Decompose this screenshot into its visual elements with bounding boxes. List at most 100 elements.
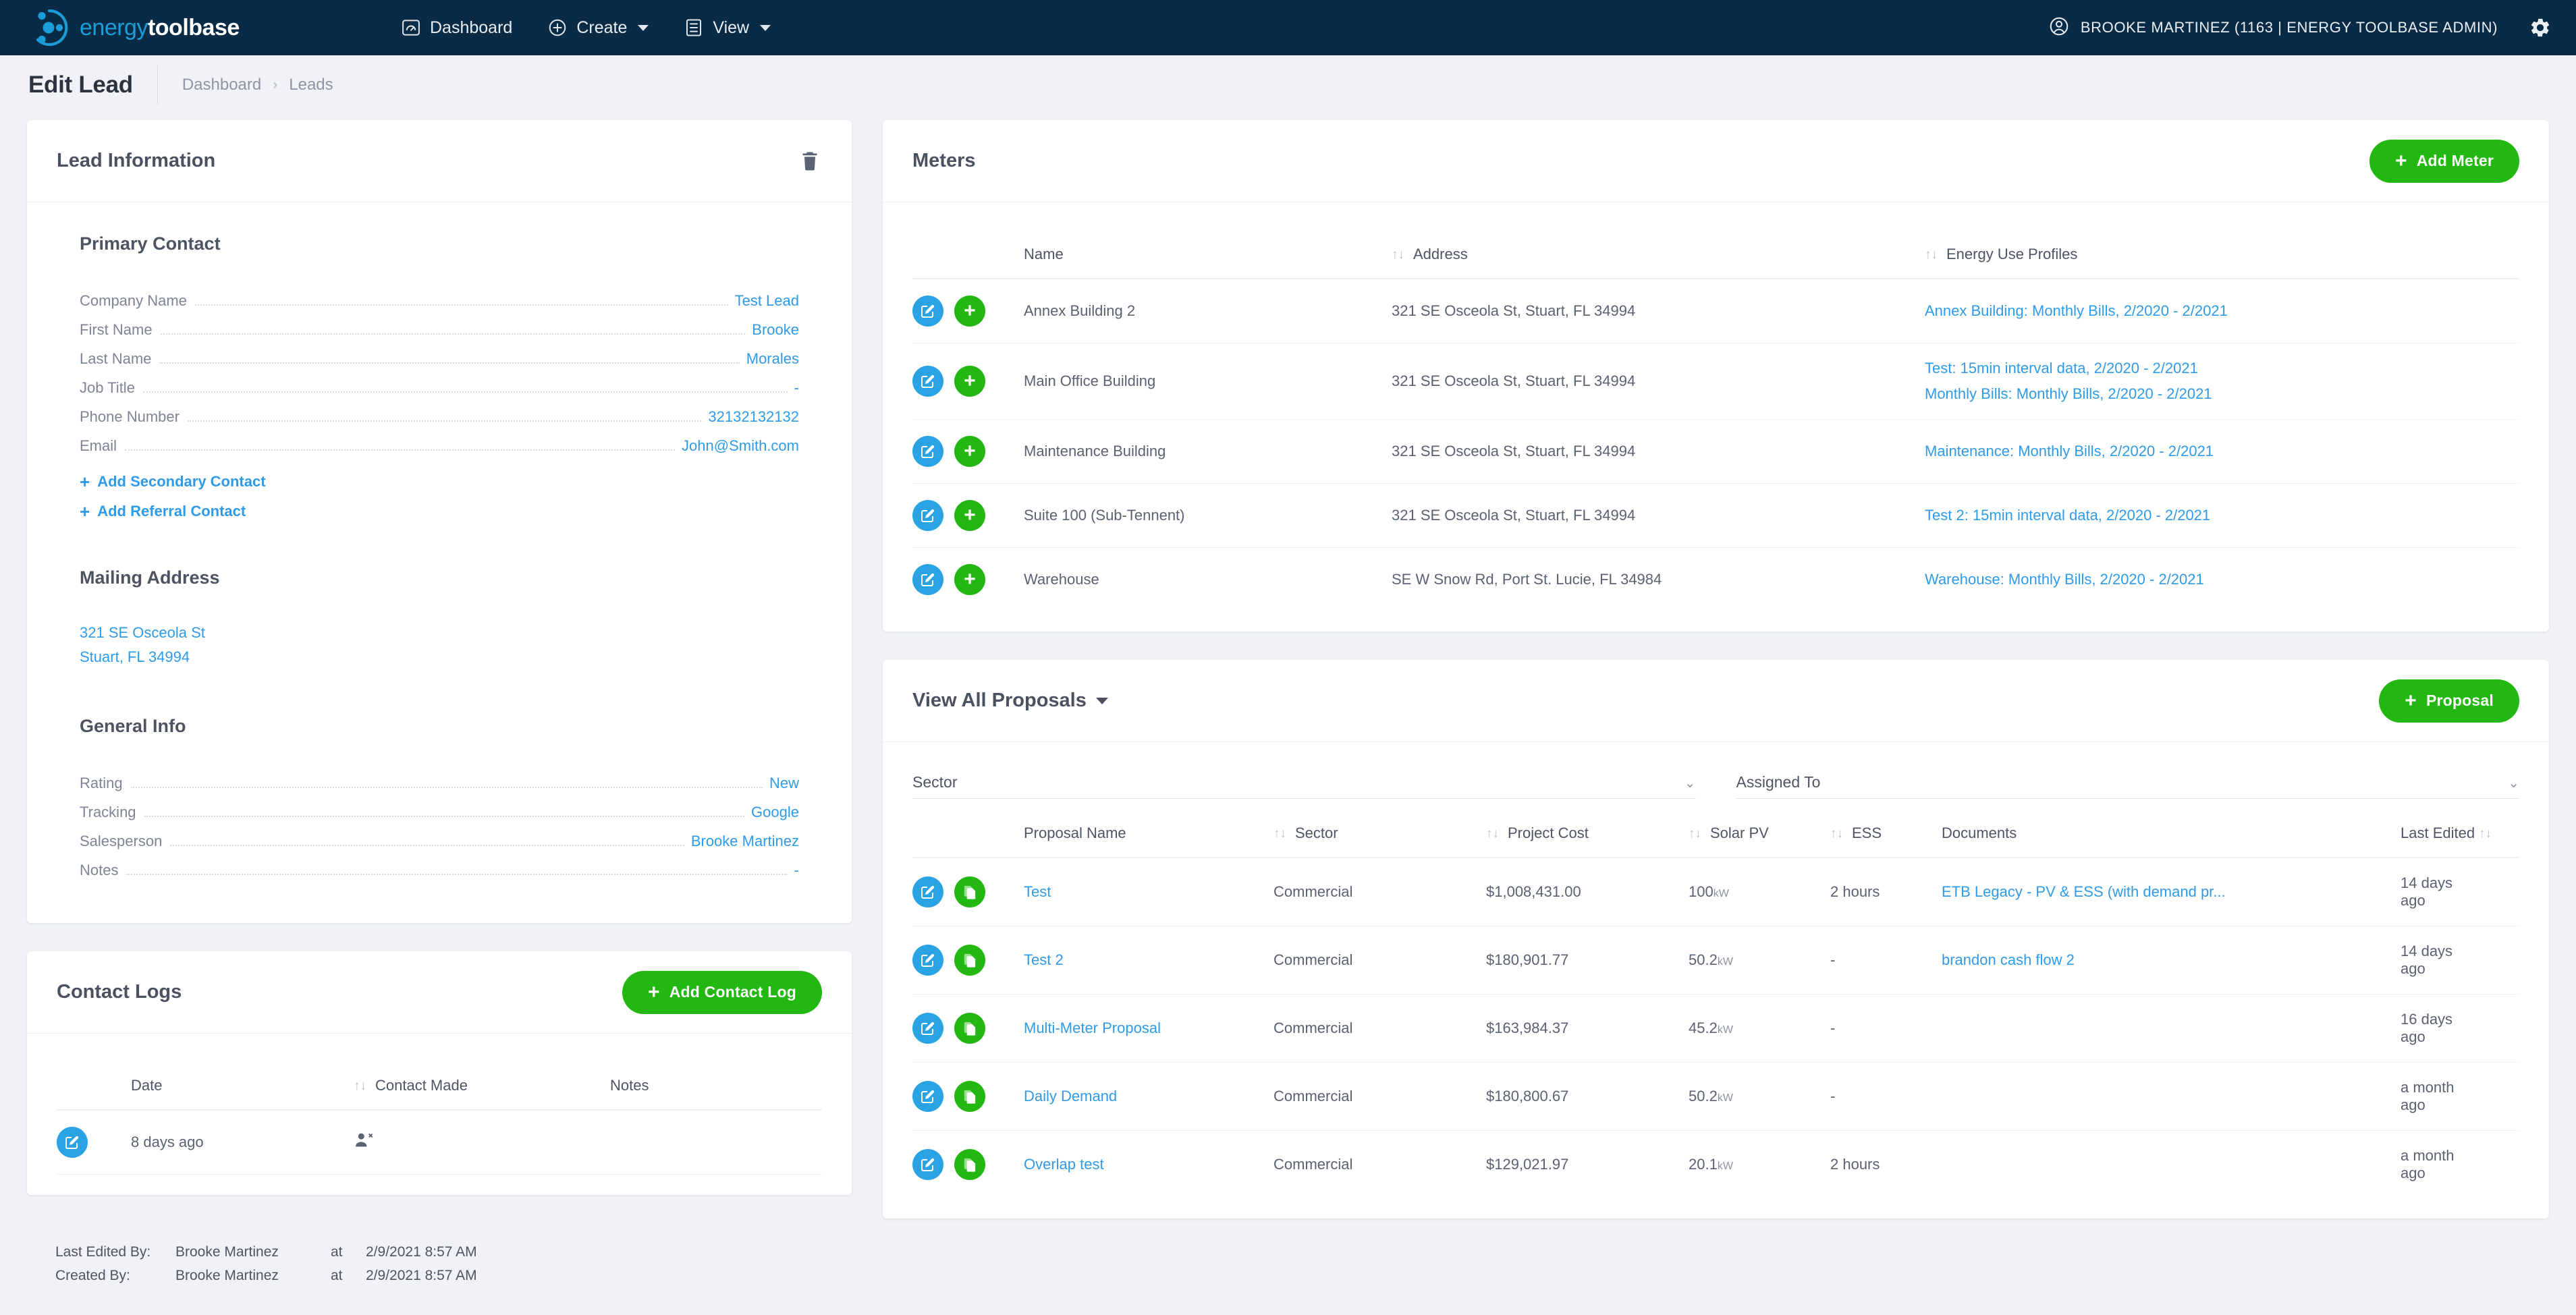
field-value[interactable]: 32132132132 (708, 408, 799, 426)
user-menu[interactable]: BROOKE MARTINEZ (1163 | ENERGY TOOLBASE … (2048, 16, 2498, 40)
nav-item-dashboard[interactable]: Dashboard (401, 18, 512, 38)
add-icon[interactable]: + (954, 564, 985, 595)
field-value[interactable]: Google (751, 804, 799, 821)
edit-icon[interactable] (57, 1127, 88, 1158)
proposals-header: View All Proposals + Proposal (883, 660, 2549, 742)
copy-icon[interactable] (954, 876, 985, 907)
sort-icon[interactable]: ↑↓ (2479, 827, 2492, 841)
col-sector[interactable]: ↑↓ Sector (1273, 812, 1486, 858)
field-value[interactable]: - (794, 862, 799, 879)
filter-assigned-to[interactable]: Assigned To ⌄ (1736, 773, 2519, 799)
edit-icon[interactable] (912, 945, 943, 976)
solar-pv-value: 100 (1689, 883, 1714, 900)
nav-item-view[interactable]: View (684, 18, 771, 38)
field-dot-leader (160, 333, 746, 335)
sort-icon[interactable]: ↑↓ (1689, 827, 1702, 841)
col-date[interactable]: Date (131, 1065, 354, 1111)
energy-profile-link[interactable]: Test 2: 15min interval data, 2/2020 - 2/… (1925, 507, 2210, 524)
edit-icon[interactable] (912, 1149, 943, 1180)
proposal-name-link[interactable]: Test 2 (1024, 951, 1064, 968)
copy-icon[interactable] (954, 1013, 985, 1044)
trash-icon[interactable] (798, 149, 822, 173)
cell-address: 321 SE Osceola St, Stuart, FL 34994 (1392, 419, 1925, 484)
solar-pv-unit: kW (1717, 956, 1733, 968)
edit-icon[interactable] (912, 500, 943, 531)
add-referral-contact-link[interactable]: + Add Referral Contact (80, 503, 799, 520)
edit-icon[interactable] (912, 1013, 943, 1044)
col-solar-pv[interactable]: ↑↓ Solar PV (1689, 812, 1830, 858)
proposal-name-link[interactable]: Daily Demand (1024, 1088, 1117, 1104)
col-last-edited-sort[interactable]: ↑↓ (2479, 812, 2519, 858)
mailing-address-line1[interactable]: 321 SE Osceola St (80, 621, 799, 645)
col-ess[interactable]: ↑↓ ESS (1830, 812, 1942, 858)
proposal-name-link[interactable]: Overlap test (1024, 1156, 1104, 1173)
proposals-title: View All Proposals (912, 690, 1087, 711)
add-icon[interactable]: + (954, 500, 985, 531)
field-value[interactable]: Test Lead (735, 292, 799, 310)
add-proposal-button[interactable]: + Proposal (2379, 679, 2519, 723)
energy-profile-link[interactable]: Warehouse: Monthly Bills, 2/2020 - 2/202… (1925, 571, 2204, 588)
sort-icon[interactable]: ↑↓ (1925, 248, 1938, 262)
col-documents[interactable]: Documents (1942, 812, 2401, 858)
copy-icon[interactable] (954, 945, 985, 976)
col-last-edited[interactable]: Last Edited (2401, 812, 2479, 858)
field-value[interactable]: Morales (746, 350, 799, 368)
proposal-name-link[interactable]: Multi-Meter Proposal (1024, 1019, 1161, 1036)
col-proposal-name-label: Proposal Name (1024, 824, 1126, 841)
cell-actions (912, 1062, 1024, 1131)
copy-icon[interactable] (954, 1149, 985, 1180)
cell-spacer (2479, 926, 2519, 995)
filter-sector[interactable]: Sector ⌄ (912, 773, 1696, 799)
proposal-name-link[interactable]: Test (1024, 883, 1051, 900)
view-all-proposals-dropdown[interactable]: View All Proposals (912, 690, 1108, 712)
breadcrumb-item-dashboard[interactable]: Dashboard (182, 76, 261, 94)
col-address[interactable]: ↑↓ Address (1392, 233, 1925, 279)
cell-spacer (2479, 1062, 2519, 1131)
nav-item-create[interactable]: Create (547, 18, 649, 38)
add-meter-button[interactable]: + Add Meter (2369, 139, 2519, 183)
col-contact-made[interactable]: ↑↓ Contact Made (354, 1065, 610, 1111)
edit-icon[interactable] (912, 564, 943, 595)
col-project-cost[interactable]: ↑↓ Project Cost (1486, 812, 1689, 858)
col-energy-use-profiles[interactable]: ↑↓ Energy Use Profiles (1925, 233, 2519, 279)
energy-profile-link[interactable]: Maintenance: Monthly Bills, 2/2020 - 2/2… (1925, 443, 2214, 459)
sort-icon[interactable]: ↑↓ (1830, 827, 1844, 841)
left-column: Lead Information Primary Contact Company… (27, 120, 852, 1315)
edit-icon[interactable] (912, 296, 943, 327)
add-contact-log-button[interactable]: + Add Contact Log (622, 970, 822, 1014)
sort-icon[interactable]: ↑↓ (1486, 827, 1500, 841)
document-link[interactable]: brandon cash flow 2 (1942, 951, 2075, 968)
sort-icon[interactable]: ↑↓ (354, 1079, 367, 1094)
col-notes[interactable]: Notes (610, 1065, 822, 1111)
document-link[interactable]: ETB Legacy - PV & ESS (with demand pr... (1942, 883, 2226, 900)
edit-icon[interactable] (912, 436, 943, 467)
col-name[interactable]: Name (1024, 233, 1392, 279)
field-value[interactable]: New (769, 775, 799, 792)
field-value[interactable]: - (794, 379, 799, 397)
col-last-edited-label: Last Edited (2401, 824, 2475, 841)
energy-profile-link[interactable]: Annex Building: Monthly Bills, 2/2020 - … (1925, 302, 2228, 319)
add-icon[interactable]: + (954, 436, 985, 467)
copy-icon[interactable] (954, 1081, 985, 1112)
add-icon[interactable]: + (954, 366, 985, 397)
add-icon[interactable]: + (954, 296, 985, 327)
solar-pv-value: 50.2 (1689, 951, 1718, 968)
edit-icon[interactable] (912, 876, 943, 907)
add-secondary-contact-link[interactable]: + Add Secondary Contact (80, 473, 799, 491)
energy-profile-link[interactable]: Monthly Bills: Monthly Bills, 2/2020 - 2… (1925, 385, 2519, 403)
brand-logo[interactable]: energytoolbase (28, 7, 379, 49)
field-value[interactable]: Brooke Martinez (691, 833, 799, 850)
gear-icon[interactable] (2529, 16, 2552, 39)
field-value[interactable]: John@Smith.com (682, 437, 799, 455)
col-proposal-name[interactable]: Proposal Name (1024, 812, 1273, 858)
mailing-address-line2[interactable]: Stuart, FL 34994 (80, 645, 799, 669)
field-value[interactable]: Brooke (752, 321, 799, 339)
edit-icon[interactable] (912, 366, 943, 397)
energy-profile-link[interactable]: Test: 15min interval data, 2/2020 - 2/20… (1925, 360, 2198, 376)
sort-icon[interactable]: ↑↓ (1273, 827, 1287, 841)
add-meter-label: Add Meter (2416, 152, 2494, 169)
breadcrumb-item-leads[interactable]: Leads (289, 76, 333, 94)
edit-icon[interactable] (912, 1081, 943, 1112)
field-dot-leader (187, 420, 702, 422)
sort-icon[interactable]: ↑↓ (1392, 248, 1405, 262)
